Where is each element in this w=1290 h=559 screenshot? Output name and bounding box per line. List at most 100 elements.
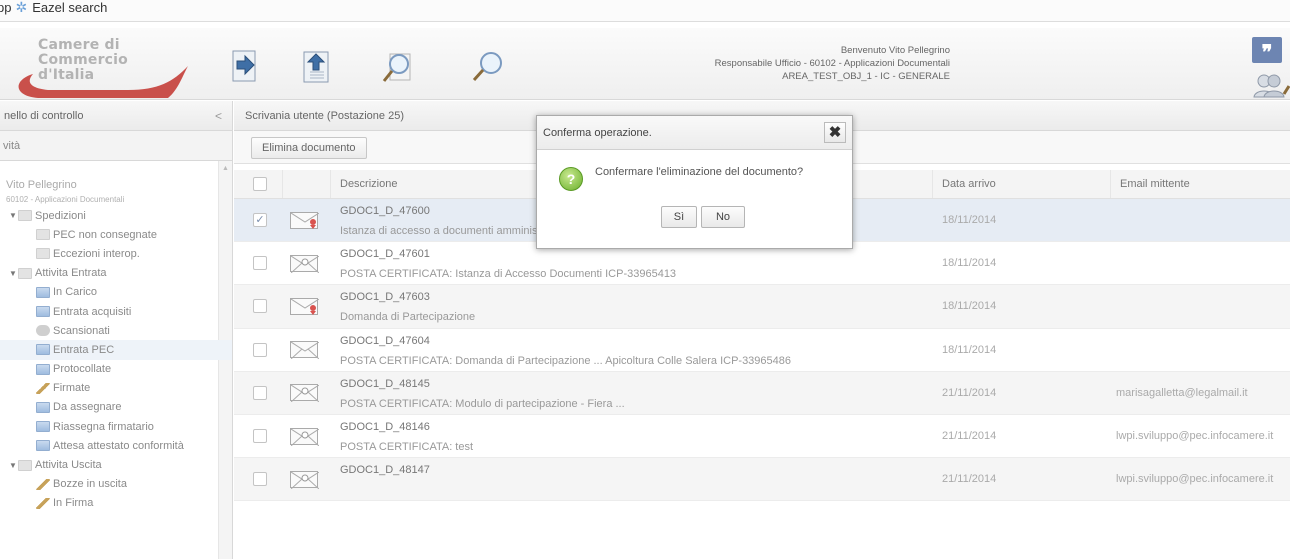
quote-icon[interactable]: ❞: [1252, 37, 1282, 64]
tree-item-scansionati[interactable]: Scansionati: [0, 321, 232, 340]
collapse-sidebar-icon[interactable]: <: [215, 109, 222, 123]
row-checkbox[interactable]: ✓: [253, 213, 267, 228]
row-type-cell: [290, 329, 319, 371]
tree-item-riassegna-firmatario[interactable]: Riassegna firmatario: [0, 417, 232, 436]
tree-item-attivita-uscita[interactable]: ▼ Attivita Uscita: [0, 455, 232, 474]
question-icon: ?: [559, 167, 583, 191]
bookmark-eazel-search[interactable]: ✲ Eazel search: [15, 0, 107, 16]
document-in-icon[interactable]: [228, 48, 266, 86]
column-header-data-arrivo[interactable]: Data arrivo: [942, 170, 996, 198]
tree-item-label: Entrata acquisiti: [53, 305, 132, 318]
table-row[interactable]: GDOC1_D_48147 21/11/2014 lwpi.sviluppo@p…: [234, 458, 1290, 502]
column-header-descrizione[interactable]: Descrizione: [340, 170, 397, 198]
tree-item-in-firma[interactable]: In Firma: [0, 494, 232, 513]
dialog-title: Conferma operazione.: [543, 126, 652, 139]
row-checkbox-cell: [253, 242, 267, 284]
row-description: POSTA CERTIFICATA: test: [340, 440, 474, 453]
table-row[interactable]: GDOC1_D_47604 POSTA CERTIFICATA: Domanda…: [234, 329, 1290, 372]
row-document-id: GDOC1_D_48145: [340, 377, 430, 390]
tree-item-label: Attesa attestato conformità: [53, 439, 184, 452]
tree-item-in-carico[interactable]: In Carico: [0, 283, 232, 302]
scroll-up-icon[interactable]: ▲: [222, 165, 229, 172]
column-divider: [932, 170, 933, 198]
dialog-title-bar[interactable]: Conferma operazione. ✖: [537, 116, 852, 150]
main-panel-title: Scrivania utente (Postazione 25): [245, 109, 404, 122]
tree-item-entrata-pec[interactable]: Entrata PEC: [0, 340, 232, 360]
row-document-id: GDOC1_D_48146: [340, 420, 430, 433]
assign-icon: [36, 421, 50, 433]
row-checkbox-cell: ✓: [253, 199, 267, 241]
row-checkbox-cell: [253, 415, 267, 457]
expand-arrow-icon[interactable]: ▼: [8, 269, 18, 278]
column-header-email-mittente-label: Email mittente: [1120, 178, 1190, 190]
row-email: marisagalletta@legalmail.it: [1116, 386, 1248, 399]
tree-item-pec-non-consegnate[interactable]: PEC non consegnate: [0, 225, 232, 244]
row-date: 21/11/2014: [942, 430, 997, 443]
tree-item-attivita-entrata[interactable]: ▼ Attivita Entrata: [0, 264, 232, 283]
tree-item-spedizioni[interactable]: ▼ Spedizioni: [0, 206, 232, 225]
yes-button[interactable]: Sì: [661, 206, 697, 228]
row-type-cell: [290, 242, 319, 284]
confirm-dialog: Conferma operazione. ✖ ? Confermare l'el…: [536, 115, 853, 249]
envelope-pec-icon: [290, 384, 319, 403]
row-checkbox[interactable]: [253, 299, 267, 314]
row-type-cell: [290, 199, 319, 241]
assign-icon: [36, 401, 50, 413]
search-document-icon[interactable]: [380, 48, 418, 86]
tree-item-label: Scansionati: [53, 324, 110, 337]
column-header-email-mittente[interactable]: Email mittente: [1120, 170, 1190, 198]
row-date: 18/11/2014: [942, 214, 997, 227]
tree-user-office: 60102 - Applicazioni Documentali: [0, 192, 232, 206]
row-date: 21/11/2014: [942, 386, 997, 399]
tree-item-eccezioni-interop[interactable]: Eccezioni interop.: [0, 244, 232, 263]
sidebar: nello di controllo < vità ▲ Vito Pellegr…: [0, 101, 233, 559]
bookmark-apps[interactable]: pp: [0, 0, 11, 15]
column-header-descrizione-label: Descrizione: [340, 178, 398, 190]
envelope-pec-icon: [290, 427, 319, 446]
table-row[interactable]: GDOC1_D_48146 POSTA CERTIFICATA: test 21…: [234, 415, 1290, 459]
tree-item-protocollate[interactable]: Protocollate: [0, 360, 232, 379]
user-info: Benvenuto Vito Pellegrino Responsabile U…: [560, 44, 950, 83]
tree-item-firmate[interactable]: Firmate: [0, 379, 232, 398]
row-email: lwpi.sviluppo@pec.infocamere.it: [1116, 473, 1274, 486]
expand-arrow-icon[interactable]: ▼: [8, 211, 18, 220]
row-checkbox-cell: [253, 285, 267, 327]
row-checkbox[interactable]: [253, 385, 267, 400]
row-type-cell: [290, 285, 319, 327]
row-date: 18/11/2014: [942, 343, 997, 356]
row-email: lwpi.sviluppo@pec.infocamere.it: [1116, 430, 1274, 443]
row-description: POSTA CERTIFICATA: Domanda di Partecipaz…: [340, 354, 792, 367]
row-document-id: GDOC1_D_47600: [340, 205, 430, 217]
tree-item-bozze-in-uscita[interactable]: Bozze in uscita: [0, 475, 232, 494]
row-checkbox[interactable]: [253, 342, 267, 357]
row-date: 18/11/2014: [942, 300, 997, 313]
search-icon[interactable]: [470, 48, 508, 86]
document-out-icon[interactable]: [298, 48, 336, 86]
tree-item-entrata-acquisiti[interactable]: Entrata acquisiti: [0, 302, 232, 321]
tree-item-da-assegnare[interactable]: Da assegnare: [0, 398, 232, 417]
table-row[interactable]: GDOC1_D_47603 Domanda di Partecipazione …: [234, 285, 1290, 329]
row-checkbox[interactable]: [253, 429, 267, 444]
attivita-section-header[interactable]: vità: [0, 131, 232, 161]
expand-arrow-icon[interactable]: ▼: [8, 461, 18, 470]
responsabile-text: Responsabile Ufficio - 60102 - Applicazi…: [714, 58, 950, 69]
welcome-text: Benvenuto Vito Pellegrino: [840, 45, 950, 56]
tree-item-label: Riassegna firmatario: [53, 420, 154, 433]
envelope-signed-icon: [290, 297, 319, 315]
row-document-id: GDOC1_D_48147: [340, 464, 430, 477]
folder-icon: [36, 248, 50, 260]
pen-icon: [36, 497, 50, 509]
users-icon[interactable]: [1252, 72, 1290, 98]
select-all-checkbox[interactable]: [253, 177, 267, 191]
row-checkbox[interactable]: [253, 472, 267, 487]
tree-user[interactable]: Vito Pellegrino: [0, 177, 232, 192]
close-icon[interactable]: ✖: [824, 122, 846, 143]
bookmarks-bar: pp ✲ Eazel search: [0, 0, 1290, 22]
row-checkbox[interactable]: [253, 256, 267, 271]
delete-document-button[interactable]: Elimina documento: [251, 137, 367, 159]
table-row[interactable]: GDOC1_D_48145 POSTA CERTIFICATA: Modulo …: [234, 371, 1290, 415]
tree-item-label: Protocollate: [53, 363, 112, 376]
no-button[interactable]: No: [701, 206, 745, 228]
row-checkbox-cell: [253, 329, 267, 371]
tree-item-attesa-attestato[interactable]: Attesa attestato conformità: [0, 436, 232, 455]
